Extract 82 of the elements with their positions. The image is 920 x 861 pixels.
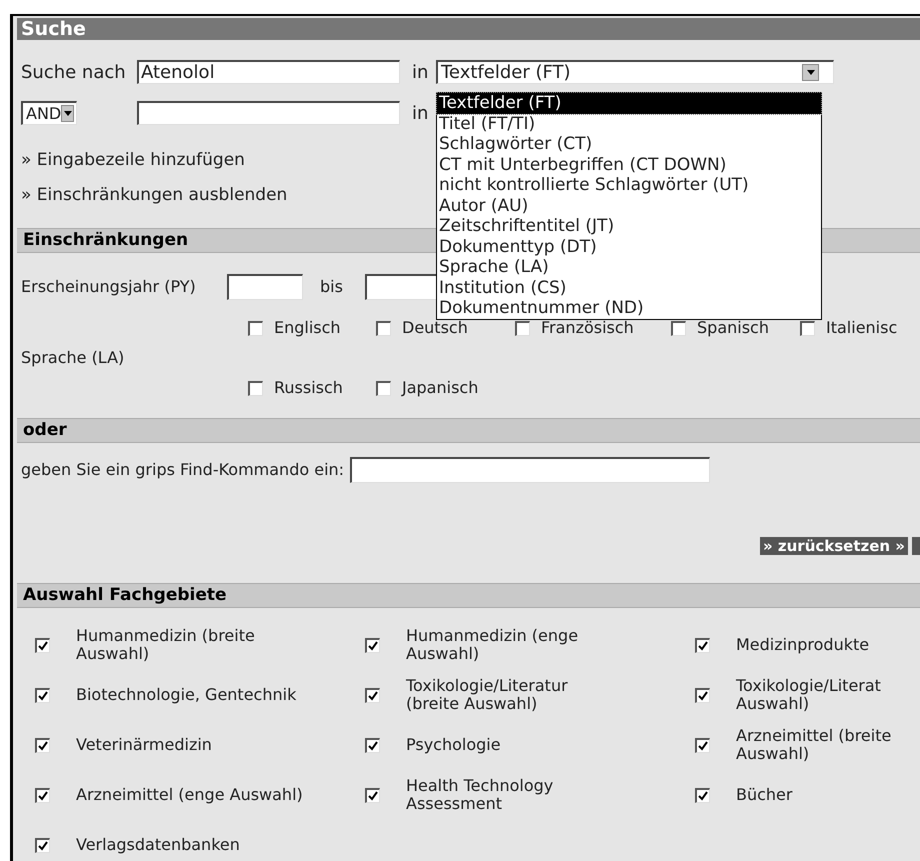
in-label: in [412, 60, 430, 84]
checkbox-label: Toxikologie/Literatur (breite Auswahl) [406, 676, 568, 714]
checkbox[interactable] [695, 788, 710, 802]
checkbox[interactable] [35, 738, 50, 752]
checkbox-label: Italienisc [826, 317, 898, 339]
dropdown-option[interactable]: Institution (CS) [437, 278, 821, 298]
reset-button[interactable]: » zurücksetzen » [760, 536, 908, 554]
dropdown-option[interactable]: Dokumentnummer (ND) [437, 298, 821, 318]
checkmark-icon [38, 740, 48, 750]
checkbox-label: Biotechnologie, Gentechnik [76, 684, 296, 706]
in-label: in [412, 102, 428, 126]
checkbox[interactable] [248, 320, 263, 336]
language-label: Sprache (LA) [21, 347, 126, 369]
checkmark-icon [698, 640, 708, 650]
checkmark-icon [38, 690, 48, 700]
link[interactable]: » Einschränkungen ausblenden [21, 184, 288, 206]
checkbox[interactable] [695, 688, 710, 702]
checkmark-icon [698, 740, 708, 750]
to-label: bis [320, 276, 343, 298]
checkbox[interactable] [695, 738, 710, 752]
checkbox-label: Veterinärmedizin [76, 734, 212, 756]
checkbox[interactable] [800, 320, 815, 336]
checkbox[interactable] [515, 320, 530, 336]
year-from-field[interactable] [227, 274, 303, 300]
checkbox-label: Humanmedizin (breite Auswahl) [76, 626, 255, 664]
next-button[interactable] [912, 536, 920, 554]
checkbox-label: Englisch [274, 317, 341, 339]
dropdown-option[interactable]: Titel (FT/TI) [437, 114, 821, 134]
checkmark-icon [38, 640, 48, 650]
dropdown-option[interactable]: Schlagwörter (CT) [437, 134, 821, 154]
search-field[interactable] [137, 101, 400, 125]
find-command-label: geben Sie ein grips Find-Kommando ein: [21, 459, 344, 481]
checkbox[interactable] [365, 638, 380, 652]
dropdown-option[interactable]: Textfelder (FT) [437, 93, 821, 114]
checkbox[interactable] [365, 788, 380, 802]
year-label: Erscheinungsjahr (PY) [21, 278, 197, 296]
checkbox-label: Arzneimittel (enge Auswahl) [76, 784, 303, 806]
search-field[interactable]: Atenolol [137, 60, 400, 84]
checkbox-label: Russisch [274, 377, 343, 399]
checkbox[interactable] [35, 688, 50, 702]
checkbox-label: Bücher [736, 784, 792, 806]
checkbox-label: Health Technology Assessment [406, 776, 554, 814]
checkmark-icon [38, 790, 48, 800]
checkbox[interactable] [376, 380, 391, 396]
checkbox-label: Deutsch [402, 317, 468, 339]
dropdown-option[interactable]: CT mit Unterbegriffen (CT DOWN) [437, 154, 821, 175]
checkbox-label: Spanisch [697, 317, 769, 339]
checkbox[interactable] [671, 320, 686, 336]
checkbox-label: Medizinprodukte [736, 634, 870, 656]
checkbox[interactable] [35, 638, 50, 652]
checkbox-label: Französisch [541, 317, 634, 339]
dropdown-option[interactable]: Sprache (LA) [437, 257, 821, 278]
checkbox-label: Arzneimittel (breite Auswahl) [736, 726, 892, 764]
checkmark-icon [368, 790, 378, 800]
checkbox[interactable] [365, 738, 380, 752]
checkmark-icon [38, 840, 48, 850]
search-label: Suche nach [21, 60, 127, 84]
checkbox-label: Humanmedizin (enge Auswahl) [406, 626, 578, 664]
page-title: Suche [17, 18, 920, 40]
checkbox[interactable] [365, 688, 380, 702]
dropdown-option[interactable]: Autor (AU) [437, 196, 821, 216]
find-command-field[interactable] [350, 457, 710, 483]
section-header: oder [17, 418, 920, 443]
dropdown-option[interactable]: nicht kontrollierte Schlagwörter (UT) [437, 175, 821, 196]
field-select[interactable]: Textfelder (FT) [436, 60, 834, 84]
section-header: Auswahl Fachgebiete [17, 583, 920, 608]
checkmark-icon [698, 790, 708, 800]
checkbox-label: Verlagsdatenbanken [76, 834, 240, 856]
checkbox-label: Toxikologie/Literat Auswahl) [736, 676, 881, 714]
link[interactable]: » Eingabezeile hinzufügen [21, 149, 245, 171]
checkbox[interactable] [695, 638, 710, 652]
checkmark-icon [368, 740, 378, 750]
checkmark-icon [368, 690, 378, 700]
checkbox[interactable] [248, 380, 263, 396]
checkmark-icon [368, 640, 378, 650]
operator-select[interactable]: AND [21, 101, 77, 125]
checkbox-label: Psychologie [406, 734, 501, 756]
checkbox-label: Japanisch [402, 377, 478, 399]
checkbox[interactable] [35, 788, 50, 802]
checkbox[interactable] [376, 320, 391, 336]
checkmark-icon [698, 690, 708, 700]
checkbox[interactable] [35, 838, 50, 852]
